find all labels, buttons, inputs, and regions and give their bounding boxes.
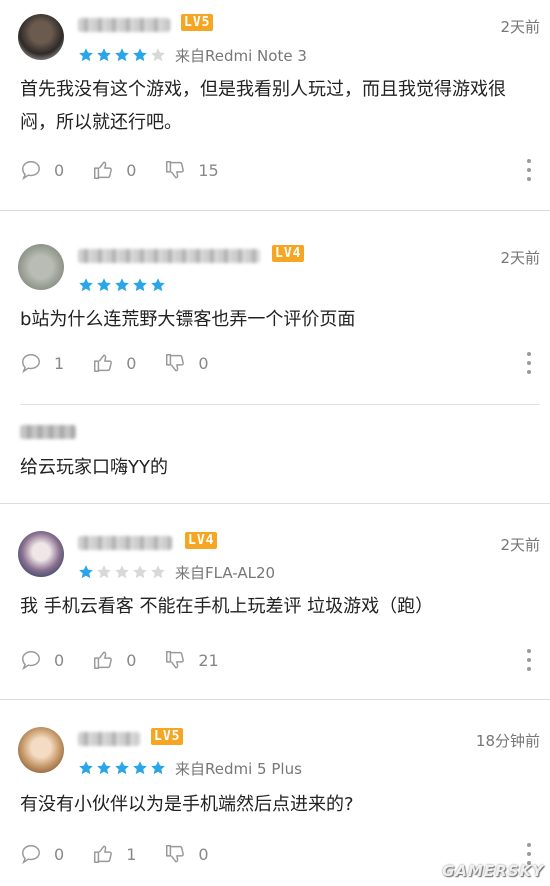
avatar[interactable] — [18, 14, 64, 60]
review-actions: 0 0 21 — [20, 648, 532, 672]
review-text: b站为什么连荒野大镖客也弄一个评价页面 — [20, 309, 356, 330]
dislike-count: 21 — [198, 650, 219, 670]
review-time: 2天前 — [500, 18, 540, 36]
username-blurred[interactable] — [78, 18, 170, 32]
avatar[interactable] — [18, 727, 64, 773]
review-card: LV4 2天前 b站为什么连荒野大镖客也弄一个评价页面 1 0 0 给云玩家口嗨… — [0, 211, 550, 504]
star-filled-icon — [151, 761, 165, 775]
like-button[interactable]: 0 — [92, 352, 136, 374]
dislike-count: 15 — [198, 160, 219, 180]
thumbs-up-icon — [94, 651, 113, 669]
star-empty-icon — [151, 48, 165, 62]
comment-icon — [22, 161, 40, 181]
comment-icon — [22, 845, 40, 865]
star-filled-icon — [79, 278, 93, 292]
star-empty-icon — [97, 565, 111, 579]
comment-button[interactable]: 0 — [20, 649, 64, 671]
level-badge: LV4 — [272, 245, 305, 262]
dislike-count: 0 — [198, 353, 209, 373]
review-text: 有没有小伙伴以为是手机端然后点进来的? — [20, 794, 354, 815]
review-time: 18分钟前 — [475, 732, 540, 750]
star-filled-icon — [151, 278, 165, 292]
star-filled-icon — [115, 761, 129, 775]
more-options-button[interactable] — [526, 649, 532, 671]
comment-icon — [22, 354, 40, 374]
star-empty-icon — [133, 565, 147, 579]
thumbs-up-icon — [94, 161, 113, 179]
dislike-count: 0 — [198, 844, 209, 864]
comment-icon — [22, 651, 40, 671]
rating-stars — [78, 275, 168, 295]
username-blurred[interactable] — [78, 249, 260, 263]
star-filled-icon — [79, 565, 93, 579]
avatar[interactable] — [18, 531, 64, 577]
like-button[interactable]: 0 — [92, 159, 136, 181]
device-label: 来自Redmi 5 Plus — [175, 759, 302, 778]
reply-username-blurred[interactable] — [20, 425, 76, 439]
device-label: 来自Redmi Note 3 — [175, 46, 307, 65]
star-filled-icon — [97, 761, 111, 775]
review-time: 2天前 — [500, 249, 540, 267]
like-button[interactable]: 1 — [92, 843, 136, 865]
review-card: LV5 18分钟前 来自Redmi 5 Plus 有没有小伙伴以为是手机端然后点… — [0, 700, 550, 886]
thumbs-up-icon — [94, 845, 113, 863]
like-button[interactable]: 0 — [92, 649, 136, 671]
star-filled-icon — [79, 48, 93, 62]
thumbs-down-icon — [166, 161, 185, 179]
review-text: 我 手机云看客 不能在手机上玩差评 垃圾游戏（跑） — [20, 596, 434, 617]
reply-text: 给云玩家口嗨YY的 — [20, 457, 168, 478]
review-actions: 0 0 15 — [20, 158, 532, 182]
star-filled-icon — [79, 761, 93, 775]
comment-count: 1 — [54, 353, 65, 373]
comment-count: 0 — [54, 650, 65, 670]
comment-button[interactable]: 1 — [20, 352, 64, 374]
rating-stars: 来自Redmi 5 Plus — [78, 758, 302, 778]
dislike-button[interactable]: 0 — [164, 843, 209, 865]
level-badge: LV5 — [151, 728, 184, 745]
dislike-button[interactable]: 21 — [164, 649, 219, 671]
like-count: 1 — [126, 844, 137, 864]
comment-count: 0 — [54, 844, 65, 864]
thumbs-down-icon — [166, 354, 185, 372]
star-filled-icon — [133, 48, 147, 62]
more-options-button[interactable] — [526, 159, 532, 181]
star-empty-icon — [115, 565, 129, 579]
comment-button[interactable]: 0 — [20, 159, 64, 181]
star-filled-icon — [133, 278, 147, 292]
thumbs-up-icon — [94, 354, 113, 372]
username-blurred[interactable] — [78, 536, 172, 550]
thumbs-down-icon — [166, 845, 185, 863]
star-filled-icon — [97, 48, 111, 62]
star-filled-icon — [115, 278, 129, 292]
review-actions: 1 0 0 — [20, 351, 532, 375]
reply-divider — [20, 404, 540, 405]
review-card: LV5 2天前 来自Redmi Note 3 首先我没有这个游戏，但是我看别人玩… — [0, 0, 550, 211]
like-count: 0 — [126, 650, 137, 670]
star-filled-icon — [133, 761, 147, 775]
level-badge: LV4 — [185, 532, 218, 549]
comment-button[interactable]: 0 — [20, 843, 64, 865]
review-text: 首先我没有这个游戏，但是我看别人玩过，而且我觉得游戏很闷，所以就还行吧。 — [20, 79, 506, 133]
device-label: 来自FLA-AL20 — [175, 563, 276, 582]
star-filled-icon — [115, 48, 129, 62]
comment-count: 0 — [54, 160, 65, 180]
thumbs-down-icon — [166, 651, 185, 669]
like-count: 0 — [126, 160, 137, 180]
review-time: 2天前 — [500, 536, 540, 554]
review-card: LV4 2天前 来自FLA-AL20 我 手机云看客 不能在手机上玩差评 垃圾游… — [0, 504, 550, 700]
username-blurred[interactable] — [78, 732, 140, 746]
rating-stars: 来自FLA-AL20 — [78, 562, 275, 582]
more-options-button[interactable] — [526, 352, 532, 374]
rating-stars: 来自Redmi Note 3 — [78, 45, 307, 65]
dislike-button[interactable]: 0 — [164, 352, 209, 374]
dislike-button[interactable]: 15 — [164, 159, 219, 181]
watermark-logo: GAMERSKY — [442, 862, 544, 880]
star-filled-icon — [97, 278, 111, 292]
level-badge: LV5 — [181, 14, 214, 31]
avatar[interactable] — [18, 244, 64, 290]
star-empty-icon — [151, 565, 165, 579]
like-count: 0 — [126, 353, 137, 373]
